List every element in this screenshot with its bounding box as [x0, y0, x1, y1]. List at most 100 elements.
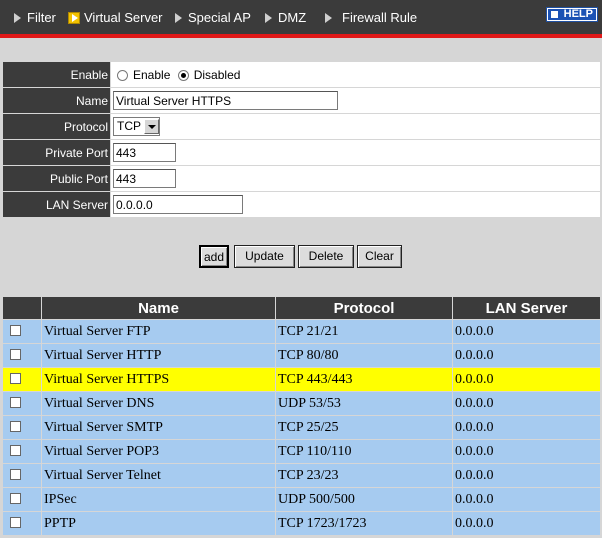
table-row[interactable]: PPTP TCP 1723/1723 0.0.0.0 — [2, 511, 601, 536]
private-port-input[interactable] — [113, 143, 176, 162]
row-name: Virtual Server HTTPS — [41, 367, 276, 392]
virtual-server-table: Name Protocol LAN Server Virtual Server … — [2, 296, 601, 536]
nav-item-label: Filter — [27, 10, 56, 25]
row-lan-server: 0.0.0.0 — [452, 391, 601, 416]
name-column-header: Name — [41, 296, 276, 320]
nav-item-special-ap[interactable]: Special AP — [175, 10, 251, 26]
nav-item-dmz[interactable]: DMZ — [265, 10, 306, 26]
row-lan-server: 0.0.0.0 — [452, 439, 601, 464]
row-name: Virtual Server FTP — [41, 319, 276, 344]
row-checkbox[interactable] — [10, 420, 21, 432]
protocol-select[interactable]: TCP — [113, 117, 160, 136]
nav-item-label: DMZ — [278, 10, 307, 25]
top-nav-bar: Filter Virtual Server Special AP DMZ Fir… — [0, 0, 602, 34]
lan-server-column-header: LAN Server — [452, 296, 601, 320]
row-name: Virtual Server HTTP — [41, 343, 276, 368]
table-header-row: Name Protocol LAN Server — [2, 296, 601, 320]
table-row[interactable]: Virtual Server DNS UDP 53/53 0.0.0.0 — [2, 391, 601, 416]
row-select-cell — [2, 319, 42, 344]
row-name: Virtual Server SMTP — [41, 415, 276, 440]
row-name: IPSec — [41, 487, 276, 512]
row-protocol: TCP 1723/1723 — [275, 511, 453, 536]
row-protocol: UDP 53/53 — [275, 391, 453, 416]
private-port-label: Private Port — [2, 139, 111, 166]
table-row[interactable]: Virtual Server HTTP TCP 80/80 0.0.0.0 — [2, 343, 601, 368]
row-checkbox[interactable] — [10, 444, 21, 456]
select-column-header — [2, 296, 42, 320]
table-row[interactable]: Virtual Server SMTP TCP 25/25 0.0.0.0 — [2, 415, 601, 440]
row-name: PPTP — [41, 511, 276, 536]
help-button[interactable]: HELP — [546, 7, 598, 22]
public-port-input[interactable] — [113, 169, 176, 188]
row-protocol: TCP 23/23 — [275, 463, 453, 488]
protocol-column-header: Protocol — [275, 296, 453, 320]
row-name: Virtual Server Telnet — [41, 463, 276, 488]
clear-button[interactable]: Clear — [357, 245, 402, 268]
nav-item-label: Virtual Server — [84, 10, 163, 25]
row-lan-server: 0.0.0.0 — [452, 319, 601, 344]
row-checkbox[interactable] — [10, 396, 21, 408]
public-port-label: Public Port — [2, 165, 111, 192]
enable-label: Enable — [2, 61, 111, 88]
lan-server-input[interactable] — [113, 195, 243, 214]
row-protocol: TCP 80/80 — [275, 343, 453, 368]
name-input[interactable] — [113, 91, 338, 110]
add-button[interactable]: add — [199, 245, 229, 268]
row-select-cell — [2, 439, 42, 464]
virtual-server-form: Enable Enable Disabled Name Protocol TCP… — [2, 61, 601, 218]
table-body: Virtual Server FTP TCP 21/21 0.0.0.0 Virtua… — [2, 319, 601, 536]
row-lan-server: 0.0.0.0 — [452, 511, 601, 536]
arrow-right-icon — [325, 13, 332, 23]
table-row[interactable]: Virtual Server Telnet TCP 23/23 0.0.0.0 — [2, 463, 601, 488]
help-label: HELP — [563, 8, 593, 20]
row-lan-server: 0.0.0.0 — [452, 463, 601, 488]
enable-radio-label: Enable — [133, 67, 171, 82]
table-row[interactable]: Virtual Server POP3 TCP 110/110 0.0.0.0 — [2, 439, 601, 464]
delete-button[interactable]: Delete — [298, 245, 354, 268]
nav-item-virtual-server[interactable]: Virtual Server — [68, 10, 163, 26]
row-protocol: TCP 443/443 — [275, 367, 453, 392]
row-protocol: TCP 25/25 — [275, 415, 453, 440]
table-row[interactable]: Virtual Server FTP TCP 21/21 0.0.0.0 — [2, 319, 601, 344]
row-select-cell — [2, 367, 42, 392]
nav-item-label: Special AP — [188, 10, 251, 25]
row-lan-server: 0.0.0.0 — [452, 343, 601, 368]
nav-underline — [0, 34, 602, 38]
name-label: Name — [2, 87, 111, 114]
table-row[interactable]: IPSec UDP 500/500 0.0.0.0 — [2, 487, 601, 512]
nav-item-filter[interactable]: Filter — [14, 10, 56, 26]
arrow-right-icon — [175, 13, 182, 23]
row-select-cell — [2, 511, 42, 536]
chevron-down-icon[interactable] — [144, 119, 159, 134]
disabled-radio[interactable] — [177, 69, 189, 81]
update-button[interactable]: Update — [234, 245, 295, 268]
row-lan-server: 0.0.0.0 — [452, 487, 601, 512]
row-lan-server: 0.0.0.0 — [452, 367, 601, 392]
enable-field: Enable Disabled — [110, 61, 601, 88]
lan-server-label: LAN Server — [2, 191, 111, 218]
arrow-right-icon — [14, 13, 21, 23]
row-checkbox[interactable] — [10, 372, 21, 384]
enable-radio[interactable] — [117, 69, 128, 81]
row-protocol: UDP 500/500 — [275, 487, 453, 512]
help-icon — [551, 11, 558, 18]
nav-item-label: Firewall Rule — [342, 10, 418, 25]
row-checkbox[interactable] — [10, 348, 21, 360]
table-row[interactable]: Virtual Server HTTPS TCP 443/443 0.0.0.0 — [2, 367, 601, 392]
row-protocol: TCP 21/21 — [275, 319, 453, 344]
play-arrow-icon — [68, 12, 80, 24]
nav-item-firewall-rule[interactable]: Firewall Rule — [325, 10, 417, 26]
row-lan-server: 0.0.0.0 — [452, 415, 601, 440]
row-select-cell — [2, 487, 42, 512]
row-checkbox[interactable] — [10, 492, 21, 504]
protocol-select-value: TCP — [117, 119, 141, 133]
row-checkbox[interactable] — [10, 468, 21, 480]
row-name: Virtual Server POP3 — [41, 439, 276, 464]
row-checkbox[interactable] — [10, 324, 21, 336]
row-checkbox[interactable] — [10, 516, 21, 528]
row-protocol: TCP 110/110 — [275, 439, 453, 464]
row-name: Virtual Server DNS — [41, 391, 276, 416]
row-select-cell — [2, 463, 42, 488]
row-select-cell — [2, 391, 42, 416]
disabled-radio-label: Disabled — [193, 67, 241, 82]
